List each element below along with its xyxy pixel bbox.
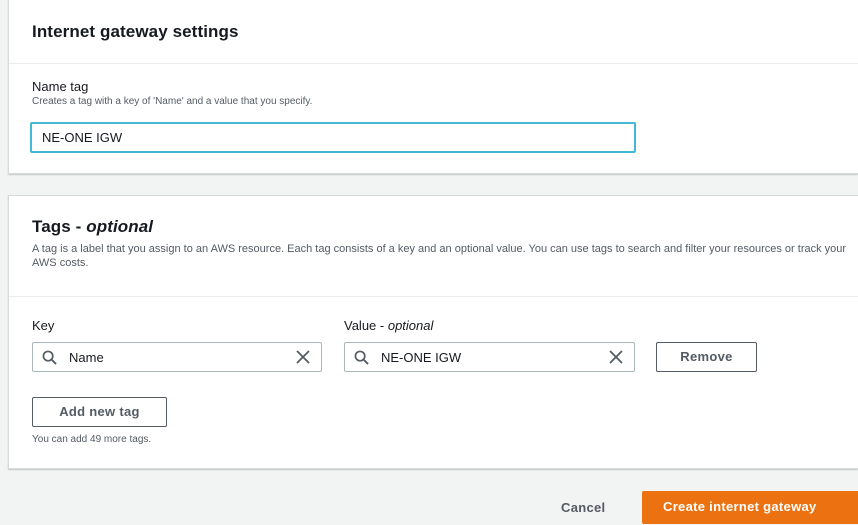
create-internet-gateway-button[interactable]: Create internet gateway (642, 491, 858, 524)
name-tag-description: Creates a tag with a key of 'Name' and a… (32, 96, 313, 107)
value-label-optional: optional (387, 318, 434, 333)
key-column-label: Key (32, 318, 55, 333)
cancel-button[interactable]: Cancel (561, 500, 605, 515)
search-icon (42, 350, 57, 365)
close-icon[interactable] (296, 350, 310, 364)
tag-key-input[interactable]: Name (32, 342, 322, 372)
value-column-label: Value - optional (344, 318, 433, 334)
name-tag-input[interactable]: NE-ONE IGW (30, 122, 636, 153)
internet-gateway-settings-panel: Internet gateway settings Name tag Creat… (8, 0, 858, 174)
tags-title-optional: optional (86, 217, 154, 236)
tag-value-value: NE-ONE IGW (381, 350, 462, 365)
add-new-tag-button[interactable]: Add new tag (32, 397, 167, 427)
search-icon (354, 350, 369, 365)
name-tag-label: Name tag (32, 79, 89, 94)
tag-key-value: Name (69, 350, 104, 365)
panel-header: Tags - optional A tag is a label that yo… (9, 196, 858, 297)
name-tag-field: Name tag Creates a tag with a key of 'Na… (32, 79, 312, 108)
tag-value-input[interactable]: NE-ONE IGW (344, 342, 635, 372)
panel-header: Internet gateway settings (9, 0, 858, 64)
tags-panel: Tags - optional A tag is a label that yo… (8, 195, 858, 469)
value-label-text: Value - (344, 318, 388, 333)
remove-tag-button[interactable]: Remove (656, 342, 757, 372)
tags-title-text: Tags - (32, 217, 87, 236)
panel-title: Tags - optional (32, 216, 858, 238)
remaining-tags-hint: You can add 49 more tags. (32, 434, 152, 445)
panel-title: Internet gateway settings (32, 22, 239, 41)
tags-description: A tag is a label that you assign to an A… (32, 243, 847, 269)
close-icon[interactable] (609, 350, 623, 364)
